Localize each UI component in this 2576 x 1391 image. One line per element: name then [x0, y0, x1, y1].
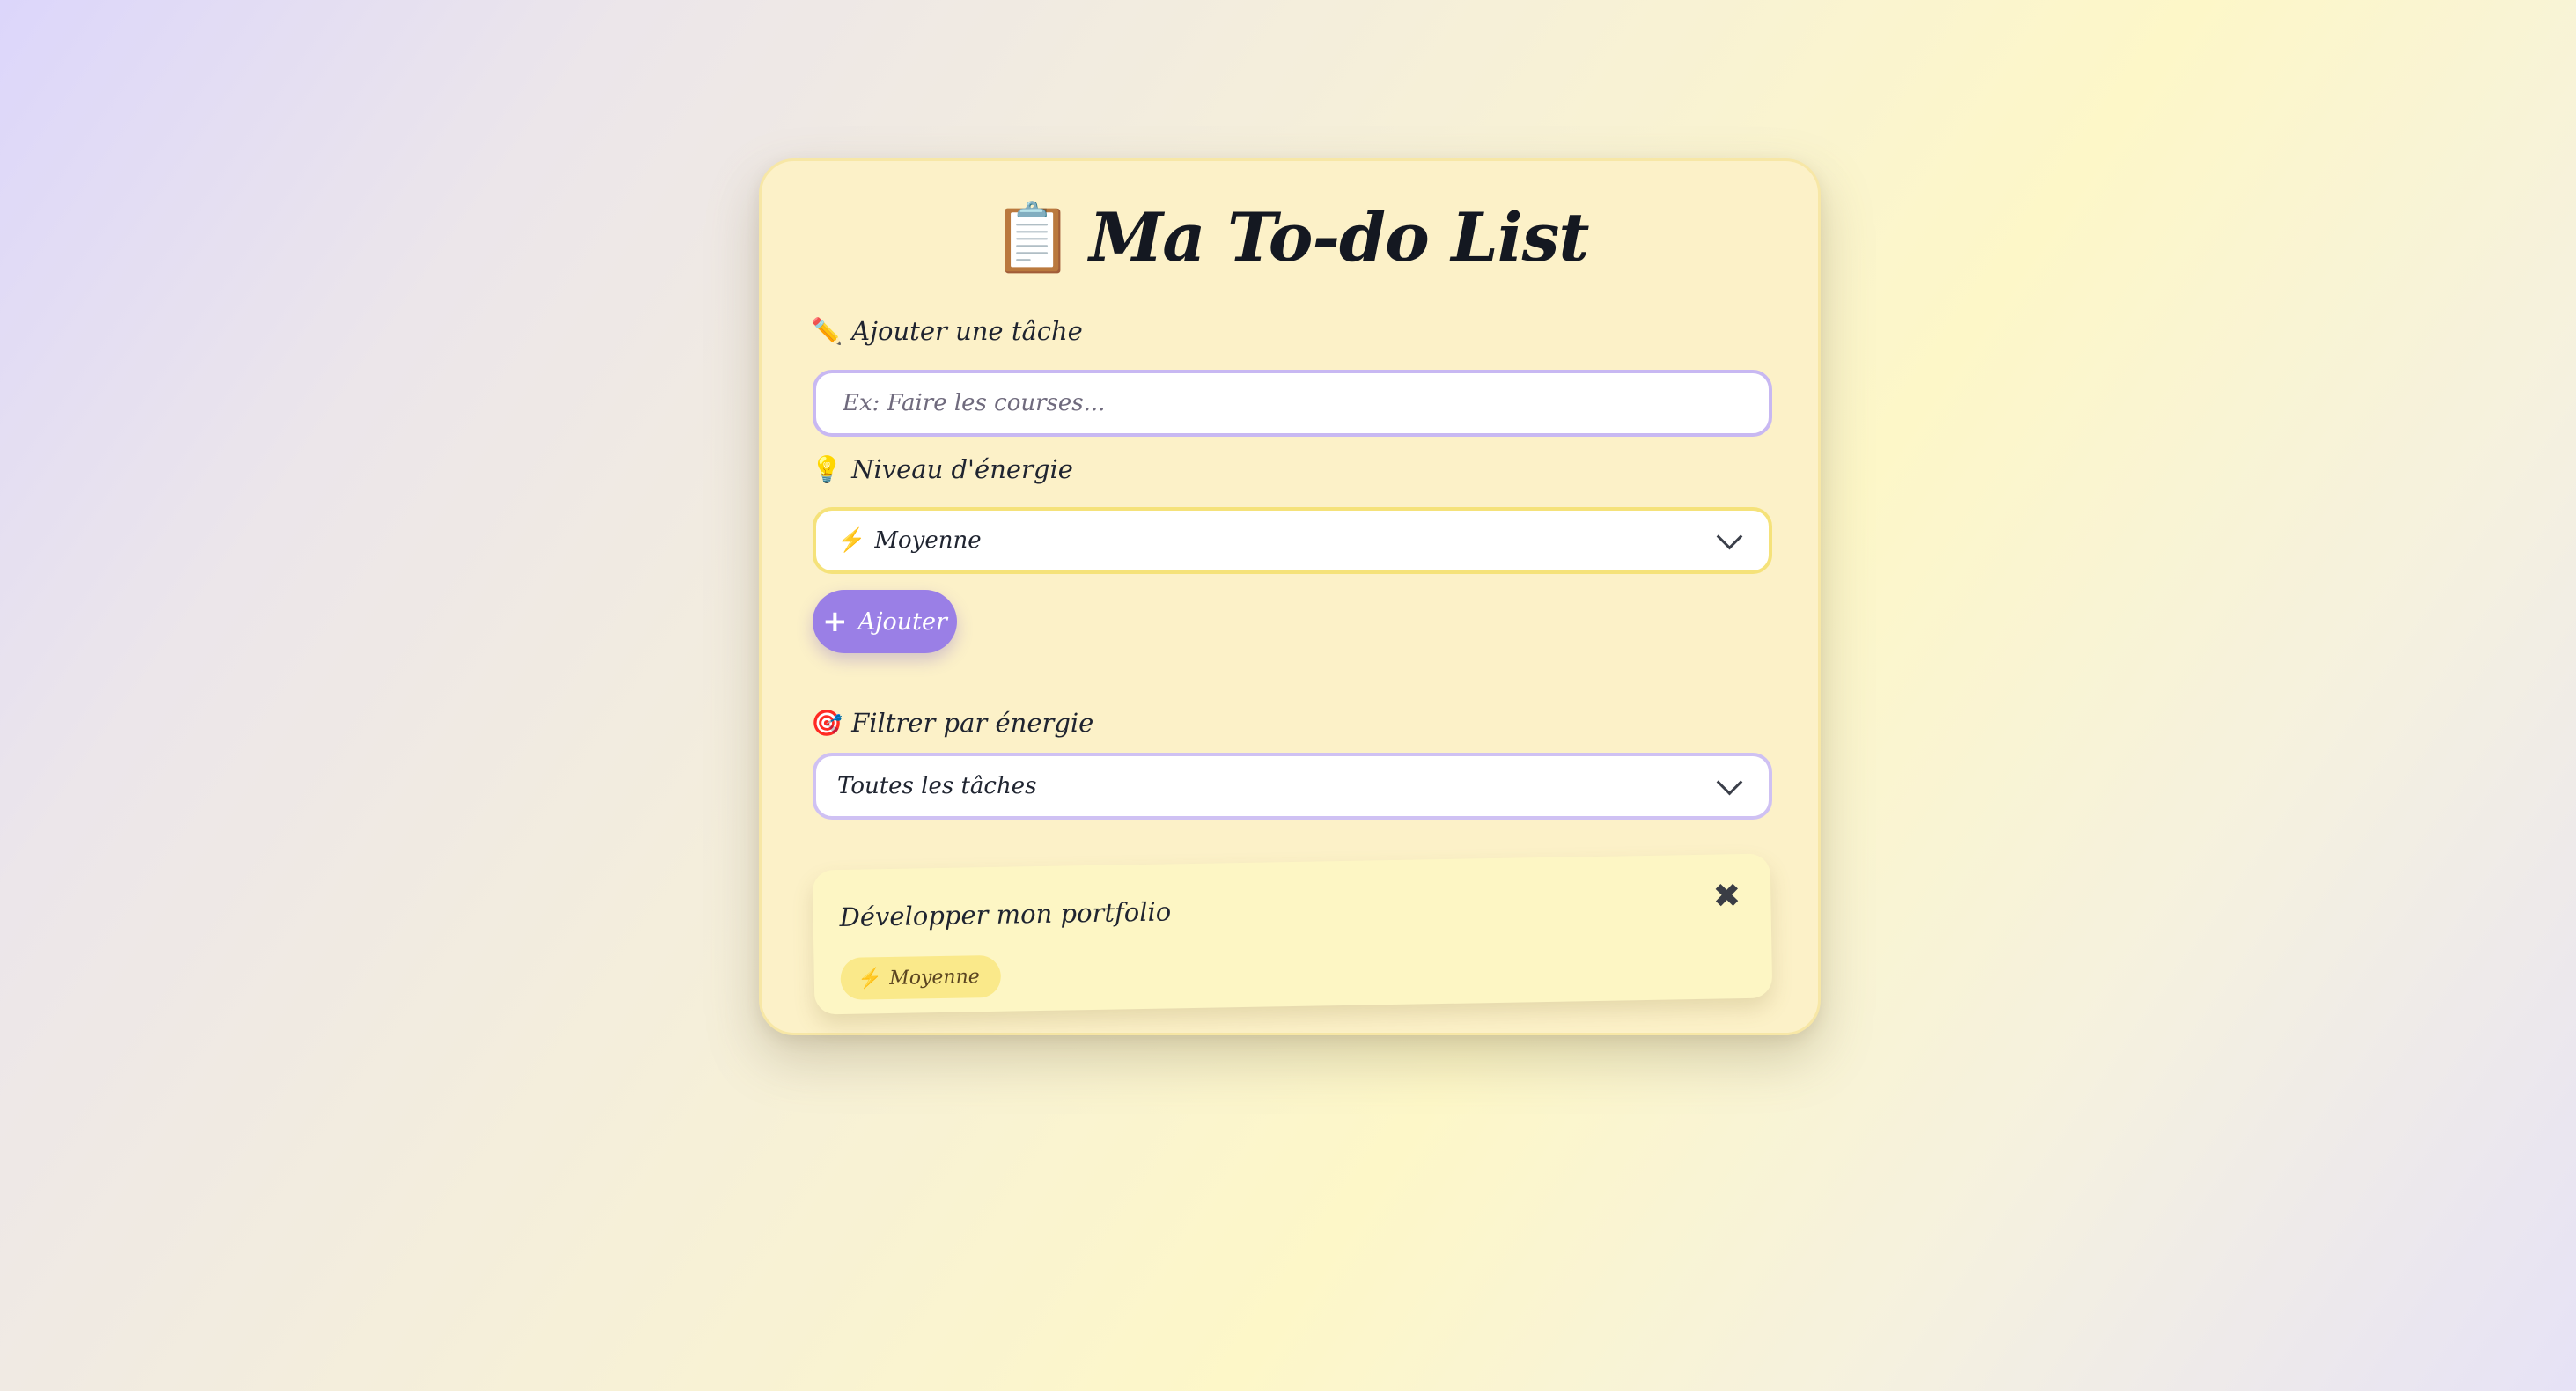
clipboard-icon: 📋 — [990, 198, 1074, 276]
filter-select[interactable]: Toutes les tâches — [813, 753, 1772, 820]
filter-label: 🎯 Filtrer par énergie — [811, 705, 1093, 740]
page-title: 📋 Ma To-do List — [762, 189, 1818, 286]
lightbulb-icon: 💡 — [811, 454, 843, 484]
energy-label: 💡 Niveau d'énergie — [811, 452, 1073, 487]
filter-select-value: Toutes les tâches — [837, 773, 1037, 799]
delete-task-button[interactable]: ✖ — [1712, 876, 1741, 916]
add-task-label: ✏️ Ajouter une tâche — [811, 313, 1083, 349]
plus-icon: + — [822, 604, 848, 639]
energy-select[interactable]: ⚡ Moyenne — [813, 507, 1772, 574]
add-task-label-text: Ajouter une tâche — [851, 316, 1083, 346]
add-button-label: Ajouter — [857, 607, 947, 636]
chevron-down-icon — [1716, 523, 1743, 549]
energy-badge: ⚡ Moyenne — [840, 954, 1002, 1000]
pencil-icon: ✏️ — [811, 316, 843, 346]
close-icon: ✖ — [1712, 876, 1741, 916]
todo-card: 📋Ma To-do List ✏️ Ajouter une tâche 💡 Nive… — [759, 158, 1821, 1035]
target-icon: 🎯 — [811, 708, 843, 738]
chevron-down-icon — [1716, 769, 1743, 795]
task-card: Développer mon portfolio ⚡ Moyenne ✖ — [812, 853, 1773, 1015]
page-title-text: Ma To-do List — [1089, 198, 1589, 276]
lightning-icon: ⚡ — [837, 527, 866, 554]
energy-select-value: ⚡ Moyenne — [837, 527, 1720, 554]
filter-label-text: Filtrer par énergie — [851, 708, 1094, 738]
lightning-icon: ⚡ — [857, 967, 883, 990]
energy-label-text: Niveau d'énergie — [851, 454, 1073, 484]
task-input[interactable] — [813, 370, 1772, 437]
energy-select-text: Moyenne — [874, 527, 982, 554]
energy-badge-text: Moyenne — [888, 965, 980, 990]
task-title: Développer mon portfolio — [839, 896, 1172, 932]
add-button[interactable]: + Ajouter — [813, 590, 957, 653]
